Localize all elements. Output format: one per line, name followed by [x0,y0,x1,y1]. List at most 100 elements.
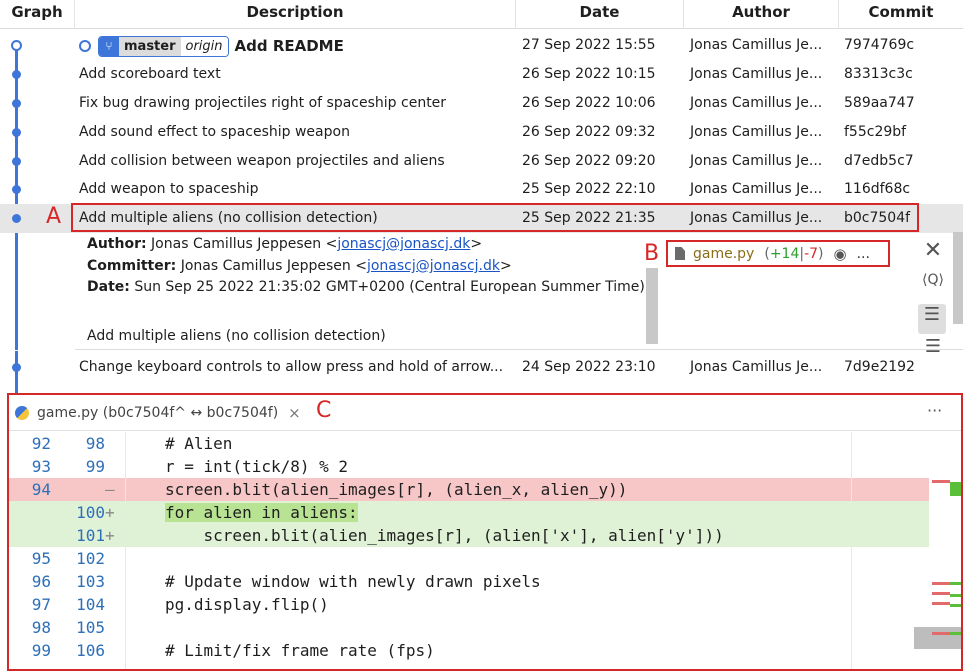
code-text: screen.blit(alien_images[r], (alien['x']… [165,526,724,545]
tree-view-icon[interactable]: ☰ [918,304,946,334]
code-line-added: 100 + for alien in aliens: [9,501,929,524]
code-line: 93 99 r = int(tick/8) % 2 [9,455,929,478]
line-number-new: 106 [76,641,105,660]
diff-editor-panel: game.py (b0c7504f^ ↔ b0c7504f) × ··· 92 … [7,393,963,671]
line-number-old: 97 [31,595,51,614]
code-text: r = int(tick/8) % 2 [165,457,349,476]
annotation-box-a [71,203,919,232]
commit-row[interactable]: Add scoreboard text 26 Sep 2022 10:15 Jo… [0,60,963,89]
commit-author: Jonas Camillus Je... [690,181,823,197]
commit-row[interactable]: ⑂ master origin Add README 27 Sep 2022 1… [0,31,963,60]
line-number-old: 95 [31,549,51,568]
annotation-label-c: C [316,398,332,423]
commit-description: Add sound effect to spaceship weapon [79,124,350,140]
author-label: Author: [87,236,147,252]
changed-file-item[interactable]: game.py (+14|-7) ◉ ... [666,240,890,267]
editor-more-actions[interactable]: ··· [927,401,942,420]
ruler-line [851,432,852,669]
code-text: for alien in aliens: [165,503,358,522]
commit-row[interactable]: Change keyboard controls to allow press … [0,353,963,382]
column-description[interactable]: Description [75,0,516,29]
commit-node [12,99,21,108]
line-number-new: 103 [76,572,105,591]
committer-email-link[interactable]: jonascj@jonascj.dk [367,258,500,274]
overview-deleted-mark [932,480,950,483]
detail-message: Add multiple aliens (no collision detect… [87,328,386,344]
commit-node [12,214,21,223]
more-options-button[interactable]: ... [857,246,870,262]
commit-row[interactable]: Add weapon to spaceship 25 Sep 2022 22:1… [0,175,963,204]
added-marker: + [105,503,115,522]
detail-committer: Committer: Jonas Camillus Jeppesen <jona… [87,258,512,274]
tab-close-icon[interactable]: × [288,404,301,422]
commit-date: 24 Sep 2022 23:10 [522,359,656,375]
commit-author: Jonas Camillus Je... [690,66,823,82]
remote-name: origin [180,36,228,56]
line-number-old: 93 [31,457,51,476]
line-number-old: 92 [31,434,51,453]
tab-title: game.py (b0c7504f^ ↔ b0c7504f) [37,405,279,421]
diff-overview-ruler[interactable] [914,432,961,669]
overview-added-mark [950,604,961,607]
column-date[interactable]: Date [516,0,684,29]
commit-row[interactable]: Add sound effect to spaceship weapon 26 … [0,118,963,147]
commit-author: Jonas Camillus Je... [690,95,823,111]
search-commit-icon[interactable]: ⟨Q⟩ [918,272,948,288]
author-email-link[interactable]: jonascj@jonascj.dk [337,236,470,252]
column-author[interactable]: Author [684,0,839,29]
branch-name: master [119,36,181,56]
deletions-count: -7 [804,245,819,262]
commit-hash: 589aa747 [844,95,915,111]
overview-added-mark [950,482,961,496]
commit-node-head [11,40,22,51]
commit-date: 26 Sep 2022 09:32 [522,124,656,140]
commit-hash: d7edb5c7 [844,153,914,169]
commit-node [12,128,21,137]
close-icon[interactable]: ✕ [918,238,948,263]
commit-row[interactable]: Add collision between weapon projectiles… [0,147,963,176]
date-label: Date: [87,279,130,295]
panel-scrollbar[interactable] [953,232,963,324]
overview-deleted-mark [932,582,950,585]
code-text: # Alien [165,434,233,453]
overview-added-mark [950,632,961,635]
changed-file-name: game.py [693,245,755,262]
line-number-new: 105 [76,618,105,637]
commit-hash: 83313c3c [844,66,913,82]
commit-description: Fix bug drawing projectiles right of spa… [79,95,447,111]
code-line: 96 103 # Update window with newly drawn … [9,570,929,593]
overview-deleted-mark [932,592,950,595]
commit-date: 26 Sep 2022 09:20 [522,153,656,169]
overview-viewport[interactable] [914,627,961,649]
commit-node [12,157,21,166]
detail-author: Author: Jonas Camillus Jeppesen <jonascj… [87,236,482,252]
column-graph[interactable]: Graph [0,0,75,29]
overview-deleted-mark [932,632,950,635]
editor-tab-bar: game.py (b0c7504f^ ↔ b0c7504f) × ··· [9,395,961,431]
code-line-added: 101 + screen.blit(alien_images[r], (alie… [9,524,929,547]
ref-labels: ⑂ master origin Add README [79,35,344,57]
commit-hash: 116df68c [844,181,911,197]
commit-author: Jonas Camillus Je... [690,37,823,53]
commit-description: Change keyboard controls to allow press … [79,359,504,375]
added-marker: + [105,526,115,545]
overview-added-mark [950,582,961,585]
code-text: # Limit/fix frame rate (fps) [165,641,435,660]
code-line: 98 105 [9,616,929,639]
author-name: Jonas Camillus Jeppesen < [151,236,338,252]
commit-date: 27 Sep 2022 15:55 [522,37,656,53]
line-number-new: 101 [76,526,105,545]
detail-scrollbar[interactable] [646,268,658,344]
eye-icon[interactable]: ◉ [834,245,847,263]
commit-hash: 7974769c [844,37,915,53]
detail-date: Date: Sun Sep 25 2022 21:35:02 GMT+0200 … [87,279,645,295]
commit-row[interactable]: Fix bug drawing projectiles right of spa… [0,89,963,118]
annotation-label-a: A [46,204,62,229]
branch-badge[interactable]: ⑂ master origin [98,35,229,57]
editor-tab[interactable]: game.py (b0c7504f^ ↔ b0c7504f) × [9,395,301,431]
head-ring-icon [79,40,91,52]
commit-description: Add README [234,37,344,55]
column-commit[interactable]: Commit [839,0,963,29]
overview-added-mark [950,594,961,597]
change-stats: (+14|-7) [764,245,824,262]
